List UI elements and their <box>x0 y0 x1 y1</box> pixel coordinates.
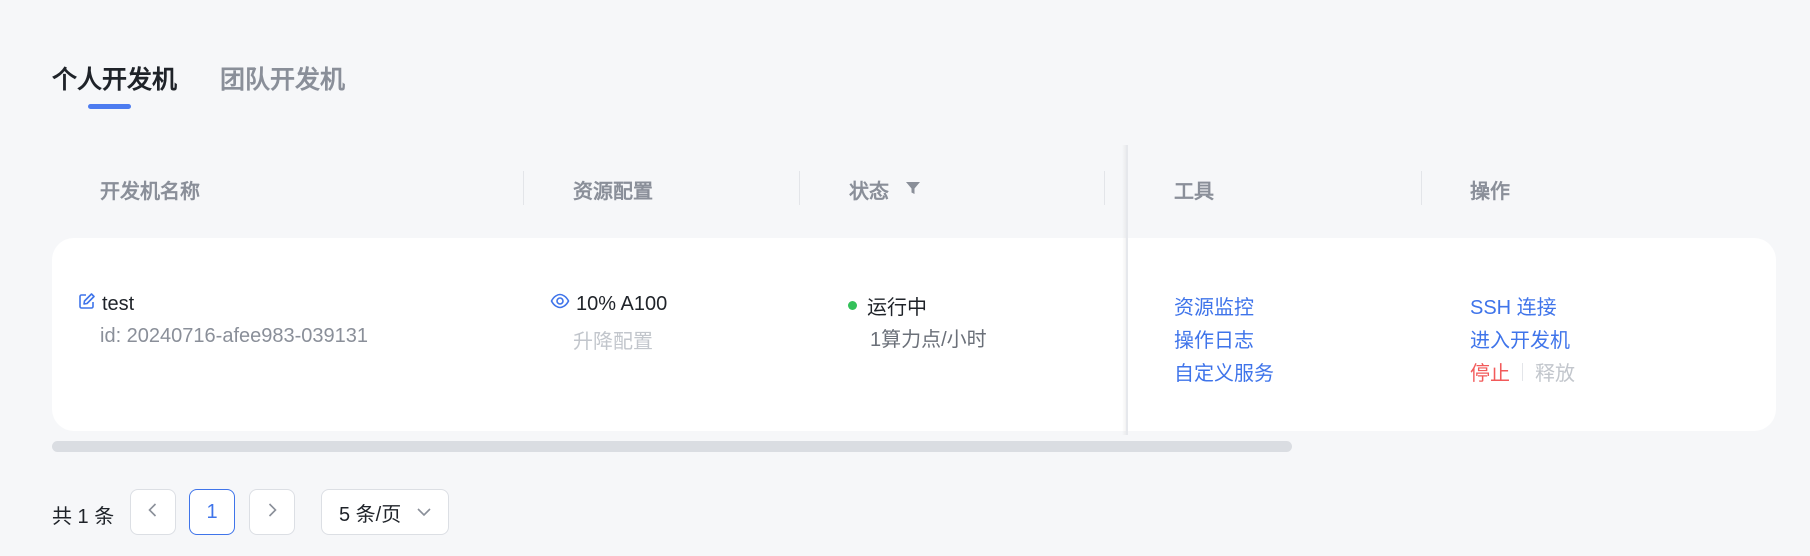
prev-page-button[interactable] <box>130 489 176 535</box>
next-page-button[interactable] <box>249 489 295 535</box>
fixed-column-border <box>1126 145 1128 435</box>
edit-icon[interactable] <box>78 292 96 316</box>
chevron-down-icon <box>416 501 432 524</box>
status-text: 运行中 <box>867 297 927 319</box>
status: 运行中 <box>848 291 927 320</box>
total-count: 共 1 条 <box>52 506 115 528</box>
page-size-label: 5 条/页 <box>339 503 402 526</box>
status-cost: 1算力点/小时 <box>870 329 987 351</box>
page-number-button[interactable]: 1 <box>189 489 235 535</box>
stop-button[interactable]: 停止 <box>1470 357 1510 386</box>
chevron-right-icon <box>265 502 279 523</box>
devmachine-name: test <box>78 292 134 316</box>
column-divider <box>799 171 800 205</box>
tab-personal-devmachine[interactable]: 个人开发机 <box>52 60 177 96</box>
page-size-select[interactable]: 5 条/页 <box>321 489 449 535</box>
enter-devmachine-link[interactable]: 进入开发机 <box>1470 324 1570 353</box>
active-tab-indicator <box>88 104 131 109</box>
devmachine-name-text: test <box>102 292 135 315</box>
action-divider <box>1522 362 1523 381</box>
status-running-dot <box>848 301 857 310</box>
eye-icon[interactable] <box>550 291 570 317</box>
resource-spec-text: 10% A100 <box>576 292 668 315</box>
column-header-tools: 工具 <box>1174 181 1214 203</box>
horizontal-scrollbar[interactable] <box>52 441 1292 452</box>
resize-config-link: 升降配置 <box>573 331 653 353</box>
resource-monitor-link[interactable]: 资源监控 <box>1174 291 1254 320</box>
operation-log-link[interactable]: 操作日志 <box>1174 324 1254 353</box>
stop-release-group: 停止 释放 <box>1470 357 1575 386</box>
resource-spec: 10% A100 <box>550 291 667 317</box>
column-divider <box>1421 171 1422 205</box>
tab-team-devmachine[interactable]: 团队开发机 <box>220 60 345 96</box>
filter-icon[interactable] <box>905 179 921 202</box>
column-header-name: 开发机名称 <box>100 181 200 203</box>
column-header-actions: 操作 <box>1470 181 1510 203</box>
custom-service-link[interactable]: 自定义服务 <box>1174 357 1274 386</box>
column-header-status-label: 状态 <box>849 181 889 203</box>
column-divider <box>1104 171 1105 205</box>
release-button: 释放 <box>1535 363 1575 385</box>
devmachine-id: id: 20240716-afee983-039131 <box>100 325 369 347</box>
column-header-resource: 资源配置 <box>573 181 653 203</box>
table-header: 开发机名称 资源配置 状态 工具 操作 <box>52 145 1774 229</box>
column-divider <box>523 171 524 205</box>
column-header-status: 状态 <box>849 175 921 204</box>
ssh-connect-link[interactable]: SSH 连接 <box>1470 291 1557 320</box>
chevron-left-icon <box>146 502 160 523</box>
